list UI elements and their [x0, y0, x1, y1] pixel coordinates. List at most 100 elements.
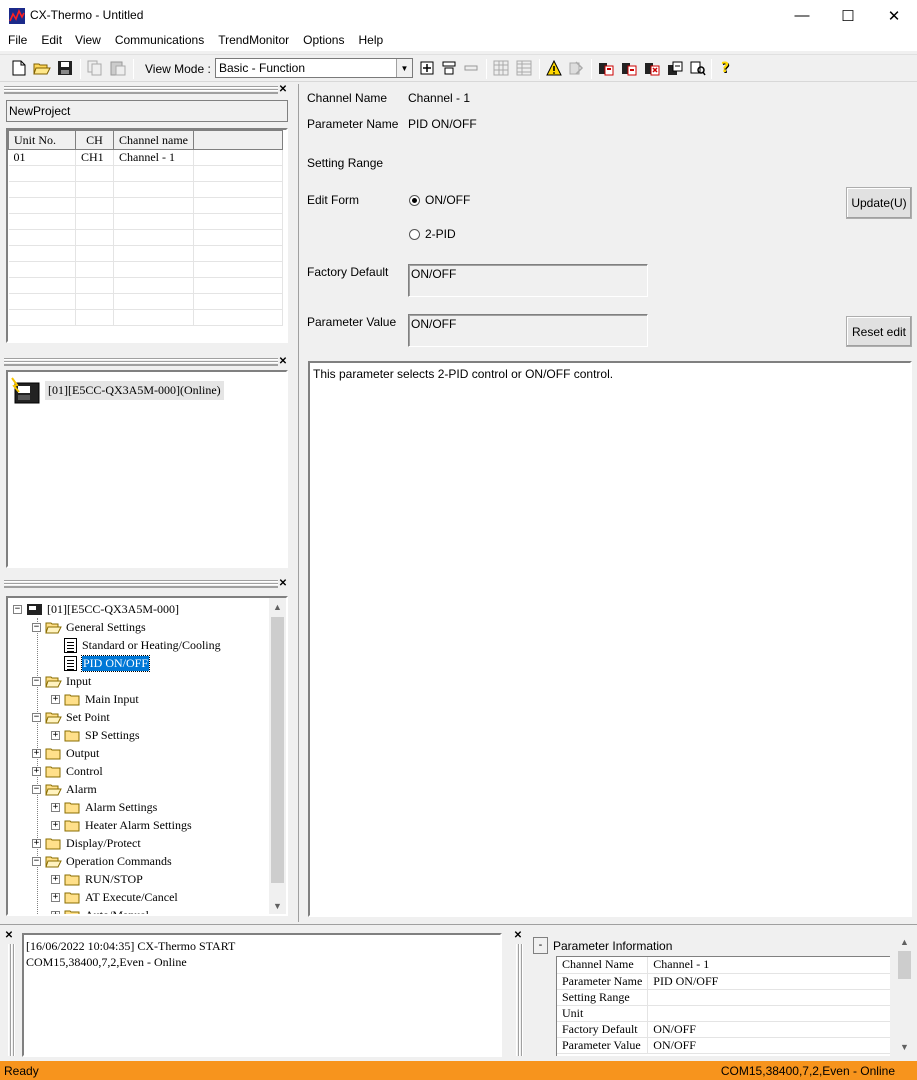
tree-item[interactable]: Standard or Heating/Cooling — [51, 636, 221, 654]
open-icon[interactable] — [33, 59, 51, 77]
expand-icon[interactable]: + — [51, 820, 60, 830]
tree-item[interactable]: + Heater Alarm Settings — [51, 816, 192, 834]
close-icon[interactable]: ✕ — [278, 357, 288, 367]
panel-grip[interactable] — [516, 944, 524, 1056]
device-icon-4[interactable] — [666, 59, 684, 77]
minimize-button[interactable]: — — [779, 0, 825, 31]
menu-options[interactable]: Options — [303, 31, 344, 51]
radio-2pid[interactable]: 2-PID — [409, 227, 456, 241]
expand-icon[interactable]: + — [51, 874, 60, 884]
panel-grip[interactable] — [4, 580, 278, 588]
param-info-title: Parameter Information — [553, 939, 673, 953]
column-header-ch[interactable]: CH — [75, 130, 114, 150]
device-icon-5[interactable] — [689, 59, 707, 77]
tree-item[interactable]: − General Settings — [32, 618, 146, 636]
save-icon[interactable] — [56, 59, 74, 77]
table-icon[interactable] — [515, 59, 533, 77]
chevron-down-icon[interactable]: ▼ — [396, 59, 412, 77]
maximize-button[interactable]: ☐ — [825, 0, 871, 31]
expand-icon[interactable]: + — [32, 838, 41, 848]
menu-view[interactable]: View — [75, 31, 101, 51]
expand-icon[interactable]: + — [51, 694, 60, 704]
collapse-icon[interactable]: − — [32, 622, 41, 632]
device-icon-3[interactable] — [643, 59, 661, 77]
help-icon[interactable]: ?? — [717, 59, 735, 77]
expand-icon[interactable]: + — [51, 892, 60, 902]
project-name[interactable]: NewProject — [6, 100, 288, 122]
tree-item[interactable]: PID ON/OFF — [51, 654, 151, 672]
toolbar-separator — [591, 59, 592, 79]
scroll-thumb[interactable] — [271, 617, 284, 883]
scroll-down-icon[interactable]: ▼ — [896, 1038, 913, 1055]
tree-item[interactable]: + Alarm Settings — [51, 798, 157, 816]
tree-item[interactable]: + Output — [32, 744, 99, 762]
tree-item[interactable]: + Main Input — [51, 690, 139, 708]
expand-icon[interactable]: + — [51, 730, 60, 740]
collapse-button[interactable]: - — [533, 937, 548, 954]
grid-icon[interactable] — [492, 59, 510, 77]
expand-icon[interactable]: + — [32, 748, 41, 758]
device-icon-1[interactable] — [597, 59, 615, 77]
panel-grip[interactable] — [8, 944, 16, 1056]
tree-item[interactable]: + AT Execute/Cancel — [51, 888, 178, 906]
insert-icon[interactable] — [440, 59, 458, 77]
param-info-scrollbar[interactable]: ▲ ▼ — [896, 933, 913, 1057]
close-icon[interactable]: ✕ — [513, 931, 523, 941]
close-icon[interactable]: ✕ — [278, 579, 288, 589]
scroll-up-icon[interactable]: ▲ — [896, 933, 913, 950]
tree-item[interactable]: + Display/Protect — [32, 834, 141, 852]
new-icon[interactable] — [10, 59, 28, 77]
tree-item[interactable]: − Alarm — [32, 780, 97, 798]
tree-item[interactable]: + SP Settings — [51, 726, 140, 744]
view-mode-select[interactable]: Basic - Function ▼ — [215, 58, 413, 78]
tree-scrollbar[interactable]: ▲ ▼ — [269, 598, 286, 914]
menu-trendmonitor[interactable]: TrendMonitor — [218, 31, 289, 51]
column-header-channel-name[interactable]: Channel name — [113, 130, 194, 150]
compare-icon[interactable] — [567, 59, 585, 77]
menu-file[interactable]: File — [8, 31, 27, 51]
close-icon[interactable]: ✕ — [4, 931, 14, 941]
scroll-up-icon[interactable]: ▲ — [269, 598, 286, 615]
tree-root[interactable]: − [01][E5CC-QX3A5M-000] — [13, 600, 179, 618]
menu-edit[interactable]: Edit — [41, 31, 62, 51]
scroll-down-icon[interactable]: ▼ — [269, 897, 286, 914]
parameter-value-field[interactable]: ON/OFF — [408, 314, 648, 347]
radio-on-off-indicator[interactable] — [409, 194, 420, 206]
menu-communications[interactable]: Communications — [115, 31, 204, 51]
panel-grip[interactable] — [4, 358, 278, 366]
device-icon-2[interactable] — [620, 59, 638, 77]
expand-icon[interactable]: + — [32, 766, 41, 776]
update-button[interactable]: Update(U) — [846, 187, 912, 219]
collapse-icon[interactable]: − — [13, 604, 22, 614]
tree-item[interactable]: − Set Point — [32, 708, 110, 726]
tree-item[interactable]: + Auto/Manual — [51, 906, 149, 914]
radio-on-off[interactable]: ON/OFF — [409, 193, 470, 207]
param-value: PID ON/OFF — [647, 973, 890, 990]
tree-item[interactable]: − Input — [32, 672, 91, 690]
collapse-icon[interactable]: − — [32, 712, 41, 722]
tree-item[interactable]: − Operation Commands — [32, 852, 172, 870]
expand-icon[interactable]: + — [51, 910, 60, 914]
radio-2pid-indicator[interactable] — [409, 228, 420, 240]
collapse-icon[interactable]: − — [32, 856, 41, 866]
collapse-icon[interactable]: − — [32, 676, 41, 686]
copy-icon[interactable] — [86, 59, 104, 77]
panel-grip[interactable] — [4, 86, 278, 94]
expand-icon[interactable]: + — [51, 802, 60, 812]
tree-item-label: General Settings — [66, 619, 146, 634]
tree-item[interactable]: + RUN/STOP — [51, 870, 143, 888]
close-button[interactable]: ✕ — [871, 0, 917, 31]
reset-edit-button[interactable]: Reset edit — [846, 316, 912, 347]
add-icon[interactable] — [418, 59, 436, 77]
menu-help[interactable]: Help — [358, 31, 383, 51]
column-header-unit[interactable]: Unit No. — [8, 130, 76, 150]
scroll-thumb[interactable] — [898, 951, 911, 979]
close-icon[interactable]: ✕ — [278, 85, 288, 95]
warning-icon[interactable] — [545, 59, 563, 77]
device-label[interactable]: [01][E5CC-QX3A5M-000](Online) — [45, 381, 224, 400]
collapse-icon[interactable]: − — [32, 784, 41, 794]
tree-item[interactable]: + Control — [32, 762, 103, 780]
remove-icon[interactable] — [462, 59, 480, 77]
table-row[interactable]: 01 CH1 Channel - 1 — [8, 149, 283, 166]
paste-icon[interactable] — [109, 59, 127, 77]
